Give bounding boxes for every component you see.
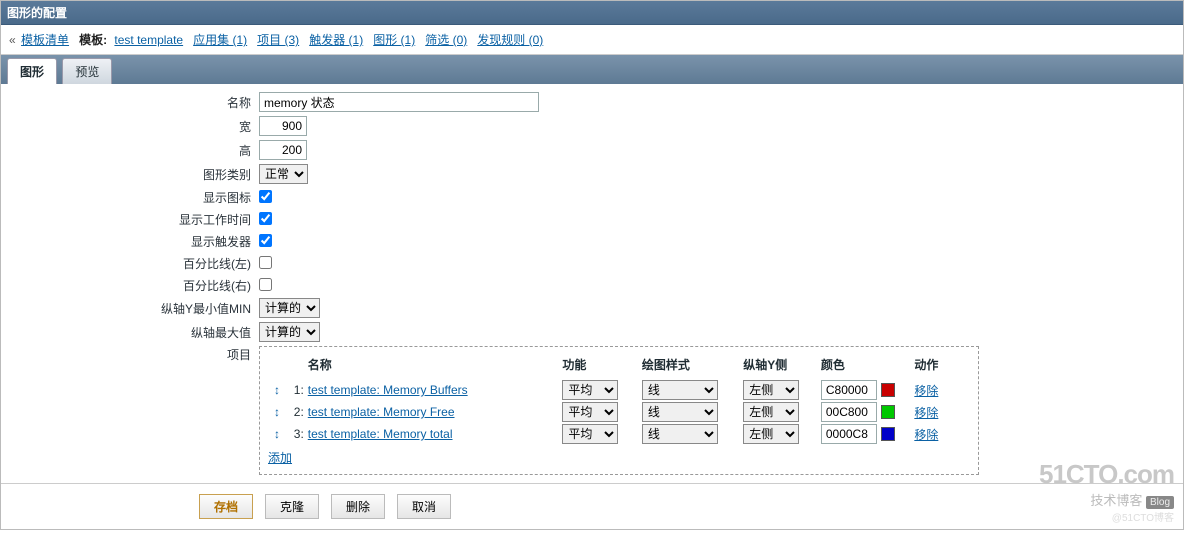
breadcrumb: « 模板清单 模板: test template 应用集 (1) 项目 (3) …	[1, 25, 1183, 55]
col-head-action: 动作	[914, 356, 970, 373]
func-select[interactable]: 平均	[562, 402, 618, 422]
ymin-select[interactable]: 计算的	[259, 298, 320, 318]
ymax-select[interactable]: 计算的	[259, 322, 320, 342]
col-head-side: 纵轴Y侧	[743, 356, 821, 373]
col-head-func: 功能	[562, 356, 642, 373]
col-head-color: 颜色	[821, 356, 914, 373]
link-template-list[interactable]: 模板清单	[21, 33, 69, 47]
watermark-logo: 51CTO.com	[1039, 459, 1174, 490]
tab-graph[interactable]: 图形	[7, 58, 57, 84]
percent-left-checkbox[interactable]	[259, 256, 272, 269]
func-select[interactable]: 平均	[562, 380, 618, 400]
drag-handle-icon[interactable]: ↕	[268, 383, 286, 397]
table-row: ↕ 1: test template: Memory Buffers 平均 线 …	[268, 379, 970, 401]
height-input[interactable]	[259, 140, 307, 160]
window-title: 图形的配置	[1, 1, 1183, 25]
remove-link[interactable]: 移除	[914, 406, 938, 420]
row-index: 2:	[286, 405, 308, 419]
label-graph-type: 图形类别	[9, 166, 259, 183]
side-select[interactable]: 左侧	[743, 402, 799, 422]
breadcrumb-template-label: 模板:	[79, 33, 107, 47]
color-input[interactable]	[821, 424, 877, 444]
show-legend-checkbox[interactable]	[259, 190, 272, 203]
link-graphs[interactable]: 图形 (1)	[373, 33, 415, 47]
link-applications[interactable]: 应用集 (1)	[193, 33, 247, 47]
label-ymax: 纵轴最大值	[9, 324, 259, 341]
link-screens[interactable]: 筛选 (0)	[425, 33, 467, 47]
color-swatch[interactable]	[881, 405, 895, 419]
link-triggers[interactable]: 触发器 (1)	[309, 33, 363, 47]
item-link[interactable]: test template: Memory total	[308, 427, 453, 441]
color-input[interactable]	[821, 402, 877, 422]
row-index: 3:	[286, 427, 308, 441]
item-link[interactable]: test template: Memory Free	[308, 405, 455, 419]
func-select[interactable]: 平均	[562, 424, 618, 444]
color-swatch[interactable]	[881, 427, 895, 441]
remove-link[interactable]: 移除	[914, 384, 938, 398]
drag-handle-icon[interactable]: ↕	[268, 405, 286, 419]
label-ymin: 纵轴Y最小值MIN	[9, 300, 259, 317]
table-row: ↕ 3: test template: Memory total 平均 线 左侧…	[268, 423, 970, 445]
link-items[interactable]: 项目 (3)	[257, 33, 299, 47]
side-select[interactable]: 左侧	[743, 380, 799, 400]
color-input[interactable]	[821, 380, 877, 400]
color-swatch[interactable]	[881, 383, 895, 397]
percent-right-checkbox[interactable]	[259, 278, 272, 291]
watermark: 51CTO.com 技术博客 Blog @51CTO博客	[1039, 459, 1174, 524]
label-show-legend: 显示图标	[9, 189, 259, 206]
label-height: 高	[9, 142, 259, 159]
remove-link[interactable]: 移除	[914, 428, 938, 442]
name-input[interactable]	[259, 92, 539, 112]
label-show-triggers: 显示触发器	[9, 233, 259, 250]
style-select[interactable]: 线	[642, 380, 718, 400]
cancel-button[interactable]: 取消	[397, 494, 451, 519]
show-worktime-checkbox[interactable]	[259, 212, 272, 225]
label-width: 宽	[9, 118, 259, 135]
graph-type-select[interactable]: 正常	[259, 164, 308, 184]
table-row: ↕ 2: test template: Memory Free 平均 线 左侧 …	[268, 401, 970, 423]
label-items: 项目	[9, 346, 259, 363]
label-show-worktime: 显示工作时间	[9, 211, 259, 228]
footer-buttons: 存档 克隆 删除 取消	[1, 483, 1183, 529]
col-head-style: 绘图样式	[642, 356, 743, 373]
width-input[interactable]	[259, 116, 307, 136]
watermark-faint: @51CTO博客	[1039, 509, 1174, 524]
label-percent-left: 百分比线(左)	[9, 255, 259, 272]
show-triggers-checkbox[interactable]	[259, 234, 272, 247]
add-item-link[interactable]: 添加	[268, 449, 970, 466]
items-box: 名称 功能 绘图样式 纵轴Y侧 颜色 动作 ↕ 1: test template…	[259, 346, 979, 475]
link-template-name[interactable]: test template	[114, 33, 183, 47]
side-select[interactable]: 左侧	[743, 424, 799, 444]
style-select[interactable]: 线	[642, 402, 718, 422]
save-button[interactable]: 存档	[199, 494, 253, 519]
style-select[interactable]: 线	[642, 424, 718, 444]
item-link[interactable]: test template: Memory Buffers	[308, 383, 468, 397]
clone-button[interactable]: 克隆	[265, 494, 319, 519]
row-index: 1:	[286, 383, 308, 397]
tab-preview[interactable]: 预览	[62, 58, 112, 84]
link-discovery[interactable]: 发现规则 (0)	[477, 33, 543, 47]
tabs: 图形 预览	[1, 55, 1183, 84]
col-head-name: 名称	[308, 356, 563, 373]
label-name: 名称	[9, 94, 259, 111]
watermark-sub: 技术博客 Blog	[1039, 490, 1174, 509]
breadcrumb-back-icon: «	[9, 33, 16, 47]
label-percent-right: 百分比线(右)	[9, 277, 259, 294]
delete-button[interactable]: 删除	[331, 494, 385, 519]
form: 名称 宽 高 图形类别 正常 显示图标 显示工作时间 显示触发器	[1, 84, 1183, 475]
drag-handle-icon[interactable]: ↕	[268, 427, 286, 441]
